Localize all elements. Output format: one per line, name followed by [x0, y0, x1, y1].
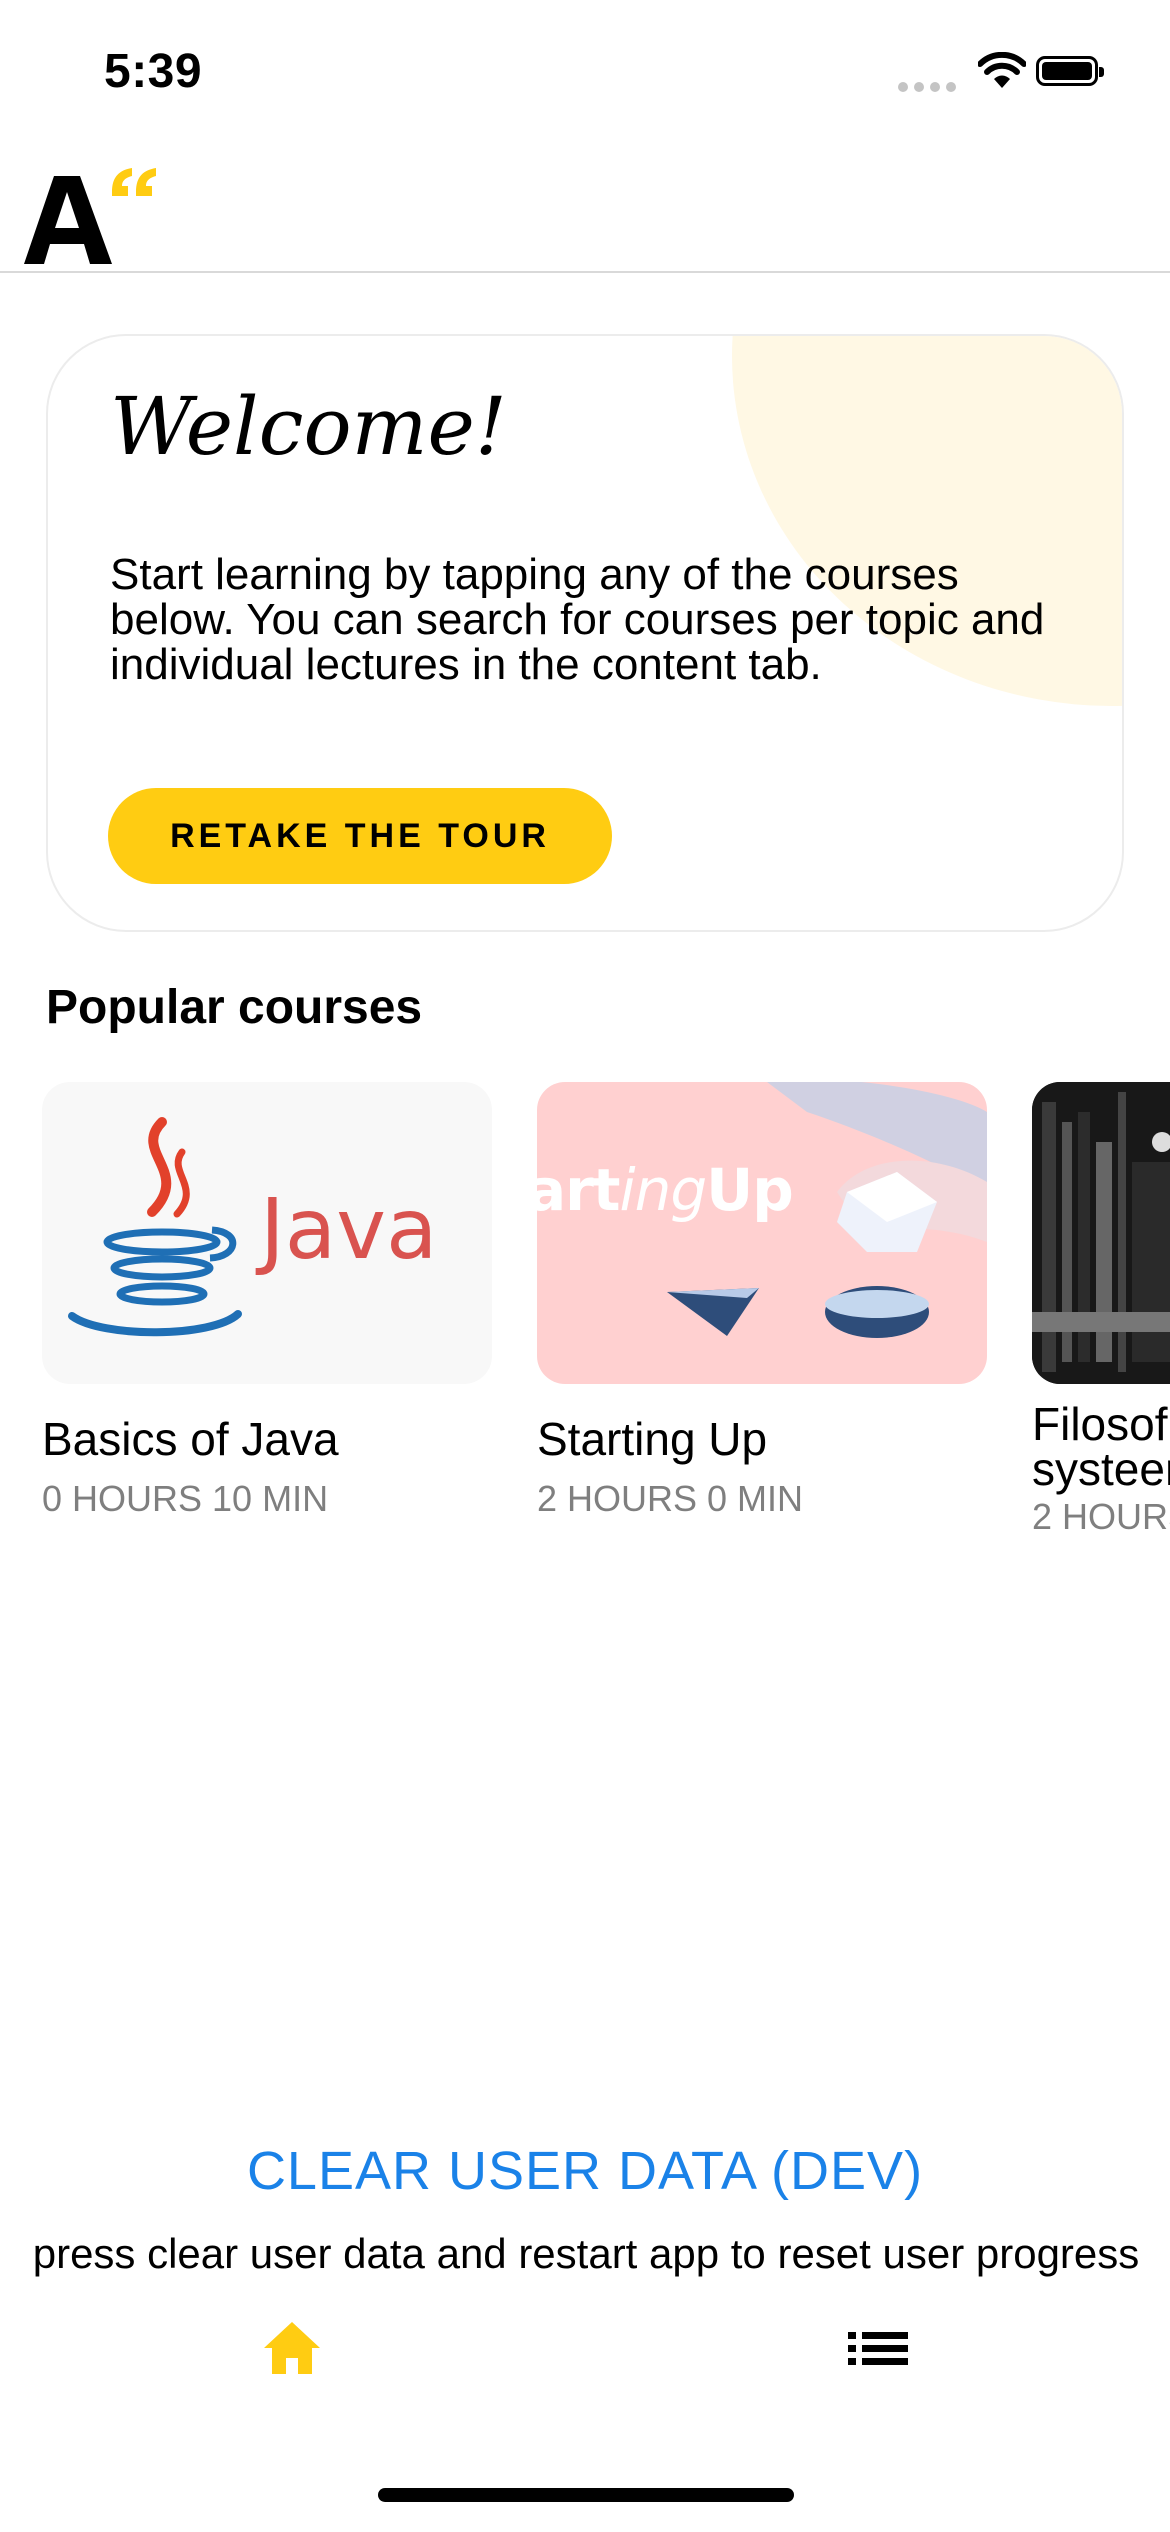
startup-thumb-text: artingUp: [537, 1156, 794, 1224]
status-bar: 5:39: [0, 0, 1170, 150]
java-logo-icon: Java: [68, 1117, 437, 1337]
course-duration: 2 HOURS: [1032, 1496, 1170, 1537]
course-card-filosofi[interactable]: Filosofi systeem 2 HOURS: [1032, 1082, 1170, 1538]
home-indicator: [378, 2488, 794, 2502]
course-card-java[interactable]: Java Basics of Java 0 HOURS 10 MIN: [42, 1082, 492, 1520]
retake-tour-button[interactable]: RETAKE THE TOUR: [108, 788, 612, 884]
wifi-icon: [978, 52, 1026, 88]
startup-illustration-icon: [667, 1082, 987, 1338]
cellular-signal-icon: [898, 82, 956, 92]
home-icon[interactable]: [258, 2314, 326, 2382]
app-logo: [24, 168, 156, 264]
welcome-title: Welcome!: [110, 380, 507, 473]
dev-hint-text: press clear user data and restart app to…: [32, 2230, 1140, 2277]
battery-icon: [1036, 56, 1104, 86]
course-thumbnail: artingUp: [537, 1082, 987, 1384]
course-duration: 2 HOURS 0 MIN: [537, 1478, 804, 1519]
status-time: 5:39: [104, 45, 203, 98]
course-title: Basics of Java: [42, 1413, 339, 1465]
course-thumbnail: Java: [42, 1082, 492, 1384]
welcome-text: Start learning by tapping any of the cou…: [110, 550, 1045, 689]
section-title-popular: Popular courses: [46, 981, 423, 1034]
course-thumbnail: [1032, 1082, 1170, 1384]
clear-user-data-button[interactable]: CLEAR USER DATA (DEV): [0, 2140, 1170, 2202]
status-icons: [898, 52, 1118, 92]
app-header: [0, 150, 1170, 273]
course-duration: 0 HOURS 10 MIN: [42, 1478, 329, 1519]
course-card-starting-up[interactable]: artingUp Starting Up 2 HOURS 0 MIN: [537, 1082, 987, 1520]
course-carousel[interactable]: Java Basics of Java 0 HOURS 10 MIN artin…: [0, 1082, 1170, 1562]
welcome-card: Welcome! Start learning by tapping any o…: [46, 334, 1124, 932]
list-icon[interactable]: [844, 2314, 912, 2382]
course-title: Starting Up: [537, 1413, 768, 1465]
course-title: Filosofi systeem: [1032, 1398, 1170, 1495]
tab-bar: [0, 2300, 1170, 2400]
java-wordmark: Java: [255, 1180, 437, 1278]
library-photo-icon: [1032, 1082, 1170, 1384]
